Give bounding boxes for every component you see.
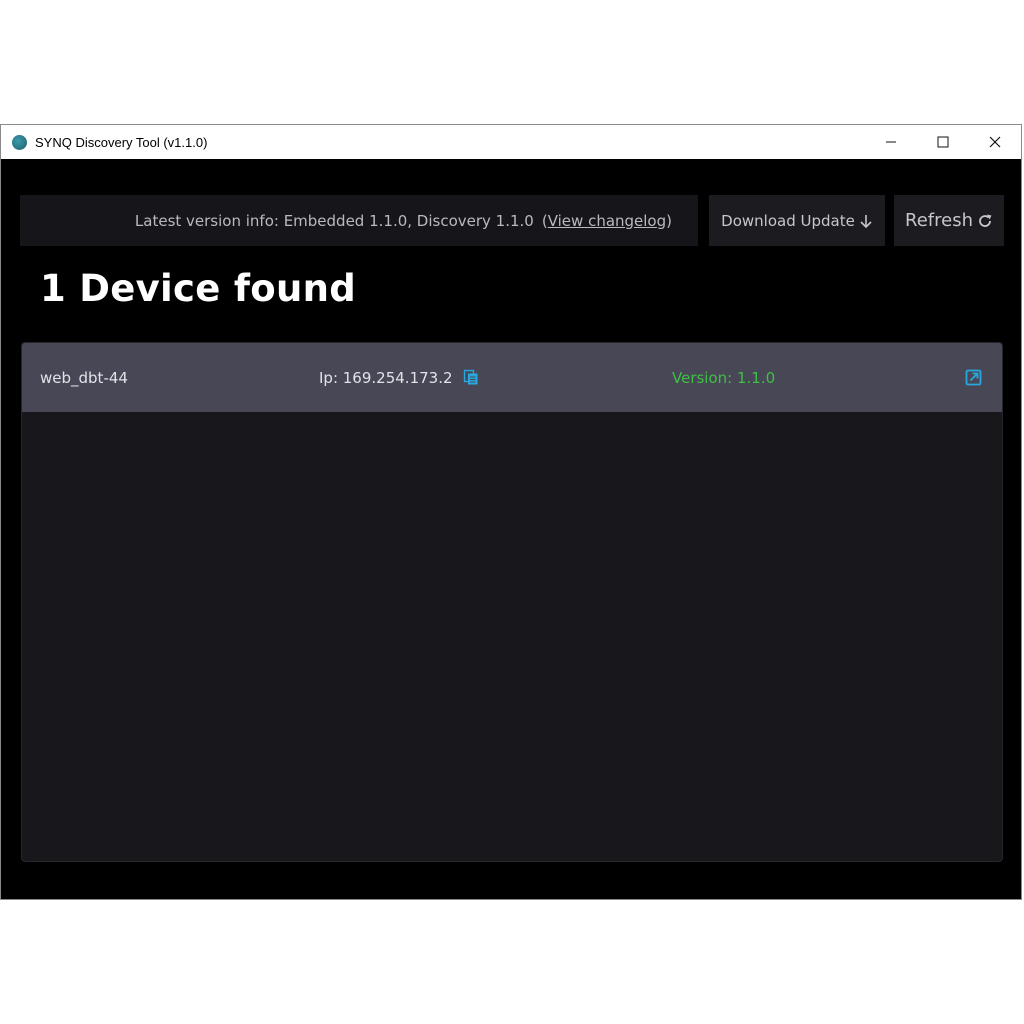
- device-version: Version: 1.1.0: [672, 368, 776, 387]
- download-update-label: Download Update: [721, 211, 855, 230]
- device-row[interactable]: web_dbt-44 Ip: 169.254.173.2 Version: 1.…: [22, 343, 1002, 412]
- window-controls: [865, 125, 1021, 159]
- window-title: SYNQ Discovery Tool (v1.1.0): [35, 134, 208, 150]
- refresh-icon: [977, 213, 993, 229]
- paren-close: ): [666, 211, 672, 230]
- external-link-icon: [965, 369, 982, 386]
- app-window: SYNQ Discovery Tool (v1.1.0) Latest vers…: [0, 124, 1022, 900]
- title-bar[interactable]: SYNQ Discovery Tool (v1.1.0): [1, 125, 1021, 159]
- close-button[interactable]: [969, 125, 1021, 159]
- copy-icon[interactable]: [463, 369, 479, 386]
- device-ip: Ip: 169.254.173.2: [319, 368, 453, 387]
- maximize-button[interactable]: [917, 125, 969, 159]
- refresh-button[interactable]: Refresh: [894, 195, 1004, 246]
- minimize-button[interactable]: [865, 125, 917, 159]
- maximize-icon: [937, 136, 949, 148]
- changelog-wrapper: (View changelog): [542, 212, 672, 230]
- minimize-icon: [886, 141, 896, 143]
- download-update-button[interactable]: Download Update: [709, 195, 885, 246]
- arrow-down-icon: [859, 213, 873, 229]
- view-changelog-link[interactable]: View changelog: [548, 212, 666, 230]
- app-logo-icon: [12, 134, 27, 150]
- refresh-label: Refresh: [905, 210, 973, 231]
- version-info-bar: Latest version info: Embedded 1.1.0, Dis…: [20, 195, 698, 246]
- devices-found-heading: 1 Device found: [40, 267, 357, 310]
- device-name: web_dbt-44: [40, 368, 128, 387]
- open-device-button[interactable]: [965, 343, 982, 412]
- device-ip-cell: Ip: 169.254.173.2: [319, 343, 479, 412]
- version-info-text: Latest version info: Embedded 1.1.0, Dis…: [134, 211, 534, 230]
- close-icon: [989, 136, 1001, 148]
- device-list-panel: web_dbt-44 Ip: 169.254.173.2 Version: 1.…: [21, 342, 1003, 862]
